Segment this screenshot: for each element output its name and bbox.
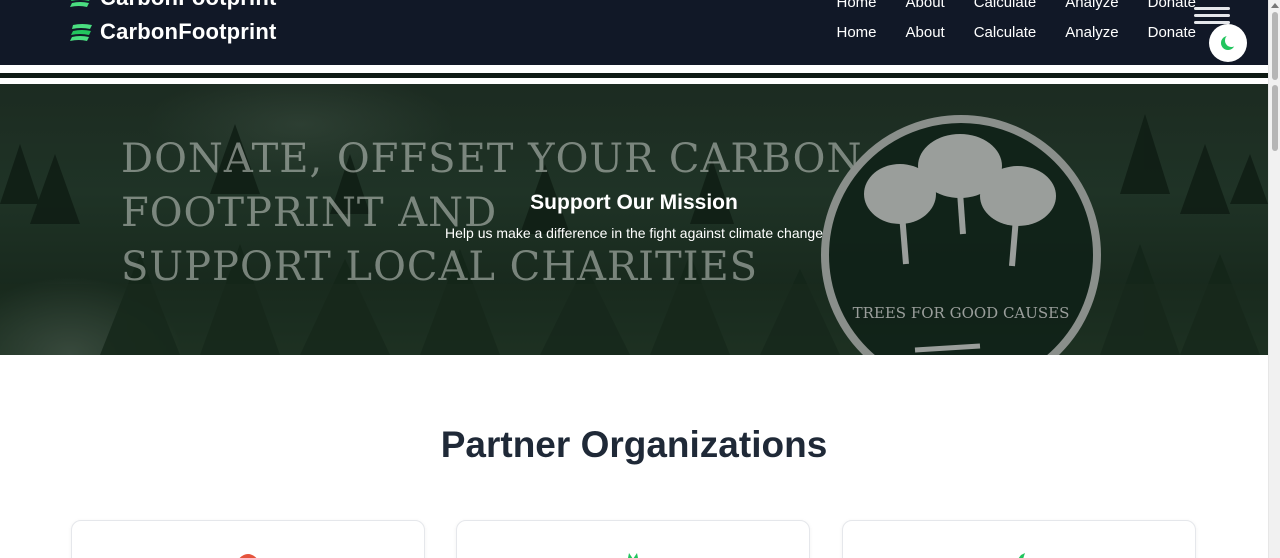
nav-calculate[interactable]: Calculate [974, 24, 1037, 41]
partner-logo-icon [239, 554, 257, 558]
banner-line: DONATE, OFFSET YOUR CARBON [121, 136, 863, 182]
partner-card[interactable] [456, 520, 810, 558]
brand-name: CarbonFootprint [100, 0, 277, 11]
nav-home-duplicate[interactable]: Home [836, 0, 876, 11]
navbar: CarbonFootprint Home About Calculate Ana… [0, 0, 1268, 65]
scrollbar[interactable] [1268, 0, 1280, 558]
nav-analyze-duplicate[interactable]: Analyze [1065, 0, 1118, 11]
nav-donate[interactable]: Donate [1148, 24, 1196, 41]
moon-icon [1221, 34, 1238, 50]
theme-toggle-button[interactable] [1209, 24, 1247, 62]
hero-banner: DONATE, OFFSET YOUR CARBON FOOTPRINT AND… [0, 84, 1268, 355]
partner-card[interactable] [71, 520, 425, 558]
nav-about[interactable]: About [906, 24, 945, 41]
nav-calculate-duplicate[interactable]: Calculate [974, 0, 1037, 11]
nav-links: Home About Calculate Analyze Donate [836, 24, 1196, 41]
leaf-icon [70, 0, 90, 7]
brand-name: CarbonFootprint [100, 19, 277, 44]
scrollbar-thumb[interactable] [1272, 12, 1278, 80]
partners-title: Partner Organizations [440, 424, 828, 465]
nav-donate-duplicate[interactable]: Donate [1148, 0, 1196, 11]
leaf-icon [70, 24, 92, 41]
nav-about-duplicate[interactable]: About [906, 0, 945, 11]
page: CarbonFootprint Home About Calculate Ana… [0, 0, 1268, 558]
scroll-up-icon[interactable] [1271, 3, 1279, 8]
nav-links-duplicate: Home About Calculate Analyze Donate [836, 0, 1196, 11]
partner-logo-icon [1018, 553, 1025, 558]
scrollbar-thumb[interactable] [1272, 85, 1278, 151]
brand-logo-duplicate[interactable]: CarbonFootprint [70, 0, 277, 11]
nav-home[interactable]: Home [836, 24, 876, 41]
partner-logo-icon [628, 553, 638, 558]
hero-subtitle: Help us make a difference in the fight a… [445, 225, 823, 241]
navbar-duplicate: CarbonFootprint Home About Calculate Ana… [0, 0, 1268, 15]
divider [0, 65, 1268, 73]
logo-text: TREES FOR GOOD CAUSES [853, 304, 1070, 322]
brand-logo[interactable]: CarbonFootprint [70, 19, 277, 45]
nav-analyze[interactable]: Analyze [1065, 24, 1118, 41]
hero-title: Support Our Mission [530, 191, 738, 214]
partner-card[interactable] [842, 520, 1196, 558]
banner-line: SUPPORT LOCAL CHARITIES [121, 244, 759, 290]
